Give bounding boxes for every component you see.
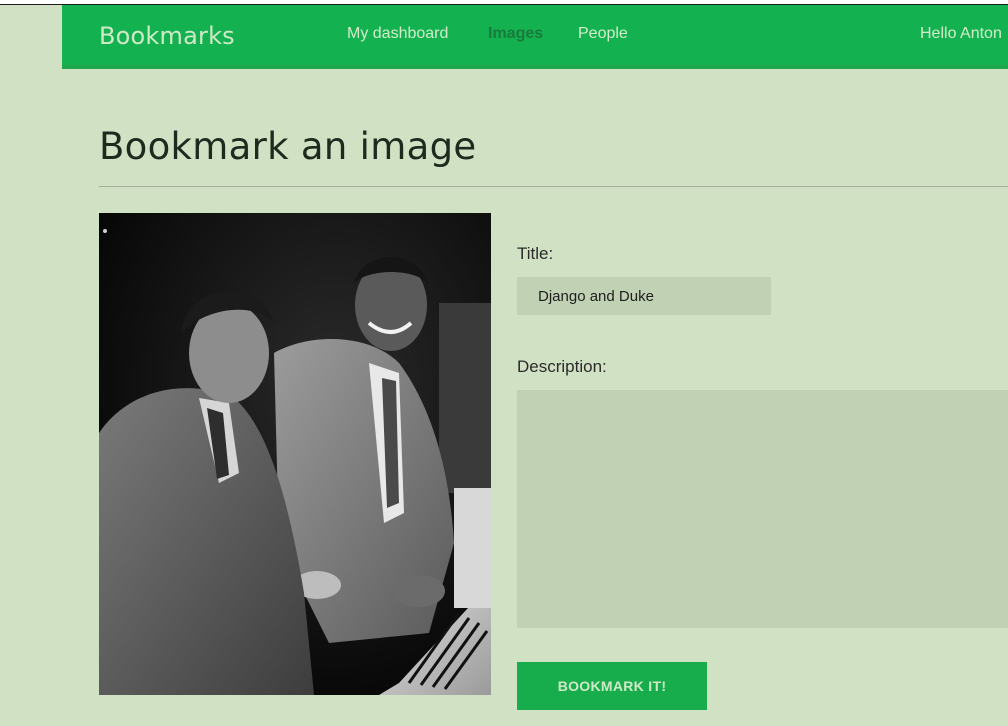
page-title: Bookmark an image bbox=[99, 125, 477, 168]
nav-images[interactable]: Images bbox=[488, 25, 543, 43]
top-navbar: Bookmarks My dashboard Images People Hel… bbox=[62, 5, 1008, 69]
brand-logo-link[interactable]: Bookmarks bbox=[99, 22, 235, 50]
bookmarked-photo bbox=[99, 213, 491, 695]
nav-my-dashboard[interactable]: My dashboard bbox=[347, 25, 448, 43]
title-label: Title: bbox=[517, 244, 554, 263]
bookmark-it-button[interactable]: BOOKMARK IT! bbox=[517, 662, 707, 710]
title-input[interactable] bbox=[517, 277, 771, 315]
user-greeting: Hello Anton bbox=[920, 25, 1002, 42]
description-label: Description: bbox=[517, 357, 607, 376]
photo-illustration bbox=[99, 213, 491, 695]
page-left-margin bbox=[0, 5, 62, 726]
nav-people[interactable]: People bbox=[578, 25, 628, 43]
description-textarea[interactable] bbox=[517, 390, 1008, 628]
title-divider bbox=[99, 186, 1008, 187]
